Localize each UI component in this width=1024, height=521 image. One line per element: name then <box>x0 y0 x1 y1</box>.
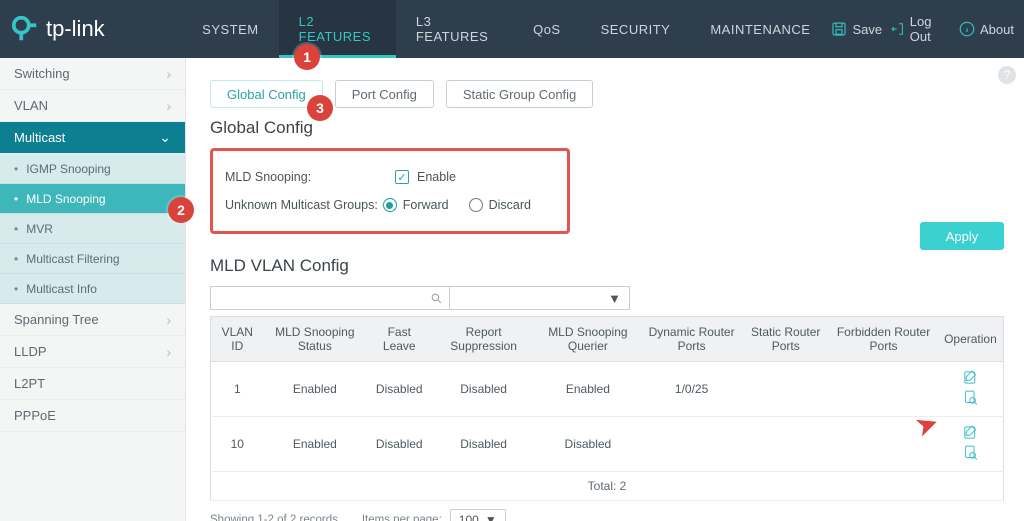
sidebar-item-vlan[interactable]: VLAN› <box>0 90 185 122</box>
help-icon[interactable]: ? <box>998 66 1016 84</box>
global-config-panel: MLD Snooping: ✓ Enable Unknown Multicast… <box>210 148 570 234</box>
mld-snooping-label: MLD Snooping: <box>225 170 395 184</box>
col-report-supp: Report Suppression <box>432 317 534 362</box>
col-vlan-id: VLAN ID <box>211 317 264 362</box>
sidebar-item-pppoe[interactable]: PPPoE <box>0 400 185 432</box>
top-actions: Save Log Out About <box>830 14 1018 44</box>
table-search-input[interactable] <box>210 286 450 310</box>
tab-port-config[interactable]: Port Config <box>335 80 434 108</box>
col-forbidden-ports: Forbidden Router Ports <box>829 317 938 362</box>
edit-icon <box>962 369 979 386</box>
table-header-row: VLAN ID MLD Snooping Status Fast Leave R… <box>211 317 1004 362</box>
chevron-down-icon: ⌄ <box>159 129 171 146</box>
search-doc-icon <box>962 444 979 461</box>
showing-records-label: Showing 1-2 of 2 records <box>210 514 338 521</box>
tplink-logo-icon <box>10 14 40 44</box>
nav-maintenance[interactable]: MAINTENANCE <box>690 0 830 58</box>
radio-icon <box>383 198 397 212</box>
radio-icon <box>469 198 483 212</box>
sidebar-item-switching[interactable]: Switching› <box>0 58 185 90</box>
mld-snooping-option-text: Enable <box>417 170 456 184</box>
nav-security[interactable]: SECURITY <box>581 0 691 58</box>
edit-icon <box>962 424 979 441</box>
table-total-row: Total: 2 <box>211 472 1004 501</box>
table-filter-select[interactable]: ▼ <box>450 286 630 310</box>
col-fast-leave: Fast Leave <box>366 317 432 362</box>
sidebar: Switching› VLAN› Multicast⌄ IGMP Snoopin… <box>0 58 186 521</box>
items-per-page-select[interactable]: 100▼ <box>450 509 506 521</box>
about-button[interactable]: About <box>958 20 1014 38</box>
col-mld-status: MLD Snooping Status <box>264 317 367 362</box>
sidebar-sub-multicast-filtering[interactable]: Multicast Filtering <box>0 244 185 274</box>
tab-global-config[interactable]: Global Config <box>210 80 323 108</box>
logout-icon <box>890 20 906 38</box>
edit-row-button[interactable] <box>962 369 979 386</box>
chevron-right-icon: › <box>166 344 171 360</box>
edit-row-button[interactable] <box>962 424 979 441</box>
chevron-right-icon: › <box>166 66 171 82</box>
top-navbar: tp-link SYSTEM L2 FEATURES L3 FEATURES Q… <box>0 0 1024 58</box>
sidebar-item-lldp[interactable]: LLDP› <box>0 336 185 368</box>
nav-qos[interactable]: QoS <box>513 0 581 58</box>
nav-l3-features[interactable]: L3 FEATURES <box>396 0 513 58</box>
section-title-global-config: Global Config <box>210 118 1004 138</box>
nav-system[interactable]: SYSTEM <box>182 0 278 58</box>
col-dyn-ports: Dynamic Router Ports <box>641 317 742 362</box>
sidebar-item-multicast[interactable]: Multicast⌄ <box>0 122 185 154</box>
table-row: 10 Enabled Disabled Disabled Disabled <box>211 417 1004 472</box>
items-per-page-label: Items per page: <box>362 514 442 521</box>
search-doc-icon <box>962 389 979 406</box>
top-navigation: SYSTEM L2 FEATURES L3 FEATURES QoS SECUR… <box>182 0 830 58</box>
main-content: ? Global Config Port Config Static Group… <box>186 58 1024 521</box>
chevron-right-icon: › <box>166 312 171 328</box>
brand-logo: tp-link <box>10 14 182 44</box>
col-static-ports: Static Router Ports <box>742 317 829 362</box>
logout-button[interactable]: Log Out <box>890 14 950 44</box>
annotation-badge-2: 2 <box>168 197 194 223</box>
table-row: 1 Enabled Disabled Disabled Enabled 1/0/… <box>211 362 1004 417</box>
radio-forward[interactable]: Forward <box>383 198 449 212</box>
view-row-button[interactable] <box>962 444 979 461</box>
col-operation: Operation <box>938 317 1004 362</box>
view-row-button[interactable] <box>962 389 979 406</box>
brand-text: tp-link <box>46 16 105 42</box>
sidebar-sub-mvr[interactable]: MVR <box>0 214 185 244</box>
section-title-vlan-config: MLD VLAN Config <box>210 256 1004 276</box>
annotation-badge-1: 1 <box>294 44 320 70</box>
radio-discard[interactable]: Discard <box>469 198 531 212</box>
sidebar-sub-igmp-snooping[interactable]: IGMP Snooping <box>0 154 185 184</box>
apply-button[interactable]: Apply <box>920 222 1004 250</box>
sidebar-item-l2pt[interactable]: L2PT <box>0 368 185 400</box>
col-querier: MLD Snooping Querier <box>535 317 641 362</box>
sidebar-sub-mld-snooping[interactable]: MLD Snooping <box>0 184 185 214</box>
tab-static-group-config[interactable]: Static Group Config <box>446 80 593 108</box>
info-icon <box>958 20 976 38</box>
sidebar-item-spanning-tree[interactable]: Spanning Tree› <box>0 304 185 336</box>
mld-snooping-checkbox[interactable]: ✓ <box>395 170 409 184</box>
annotation-badge-3: 3 <box>307 95 333 121</box>
chevron-right-icon: › <box>166 98 171 114</box>
sidebar-sub-multicast-info[interactable]: Multicast Info <box>0 274 185 304</box>
vlan-config-table: VLAN ID MLD Snooping Status Fast Leave R… <box>210 316 1004 501</box>
save-icon <box>830 20 848 38</box>
search-icon <box>430 292 443 305</box>
save-button[interactable]: Save <box>830 20 882 38</box>
unknown-groups-label: Unknown Multicast Groups: <box>225 198 383 212</box>
